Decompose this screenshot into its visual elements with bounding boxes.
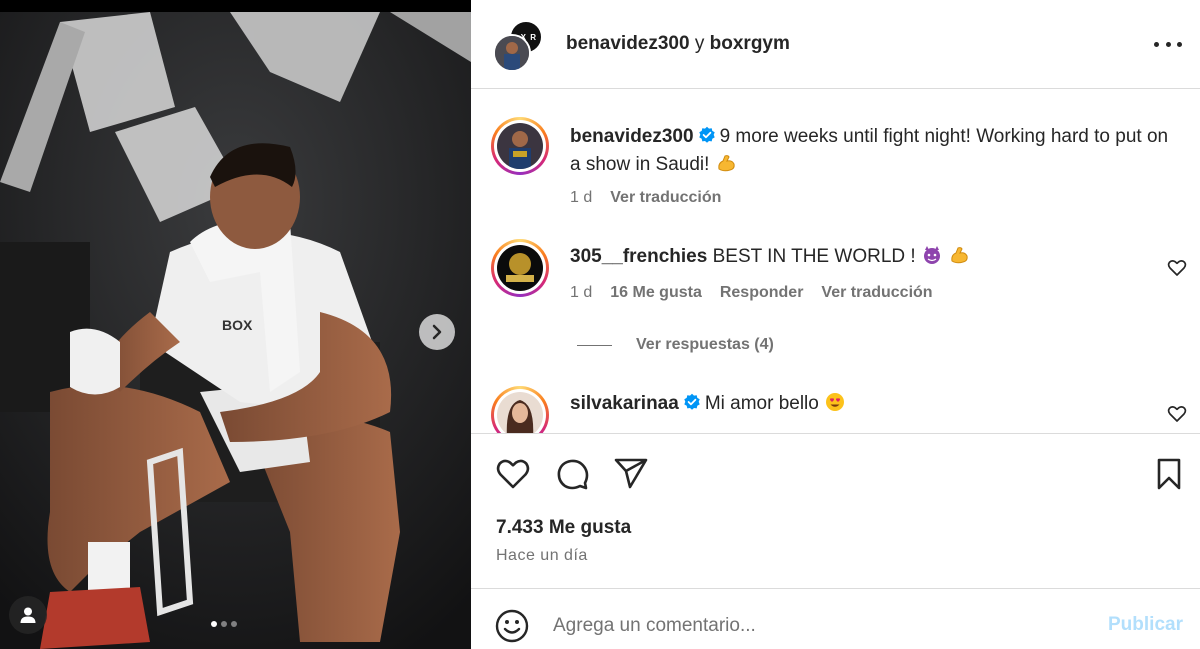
commenter-username-link[interactable]: 305__frenchies [570, 246, 707, 267]
photo-illustration: BOX [0, 12, 471, 649]
more-dot [1177, 41, 1182, 47]
verified-badge-icon [698, 126, 715, 143]
caption-avatar-image [497, 123, 543, 169]
verified-badge-icon [684, 393, 700, 410]
share-send-icon[interactable] [613, 456, 649, 492]
carousel-dot [221, 621, 227, 627]
coauthor-username-link[interactable]: boxrgym [710, 33, 790, 54]
comment-meta: 1 d 16 Me gusta Responder Ver traducción [570, 284, 933, 302]
comment-item: silvakarinaa Mi amor bello [491, 386, 1187, 433]
comment-like-heart-icon[interactable] [1167, 404, 1187, 424]
replies-divider-line [577, 344, 612, 346]
post-actions: 7.433 Me gusta Hace un día [471, 433, 1200, 588]
authors-joiner: y [689, 33, 710, 54]
caption-row: benavidez300 9 more weeks until fight nig… [491, 117, 1181, 217]
chevron-right-icon [432, 324, 442, 340]
caption-meta: 1 d Ver traducción [570, 189, 721, 207]
carousel-next-button[interactable] [419, 314, 455, 350]
comment-text: silvakarinaa Mi amor bello [570, 390, 846, 418]
commenter-avatar-image [497, 392, 543, 433]
carousel-indicator [211, 621, 237, 627]
author-avatar[interactable] [493, 34, 531, 72]
post-photo: BOX [0, 12, 471, 649]
view-replies-button[interactable]: Ver respuestas (4) [577, 336, 774, 354]
post-header: X R benavidez300 y boxrgym [471, 0, 1200, 89]
comment-text: 305__frenchies BEST IN THE WORLD ! [570, 243, 970, 271]
caption-username-link[interactable]: benavidez300 [570, 126, 694, 147]
view-replies-label: Ver respuestas (4) [636, 336, 774, 353]
post-details-panel: X R benavidez300 y boxrgym benavidez300 … [471, 0, 1200, 649]
user-icon [20, 607, 36, 623]
post-authors: benavidez300 y boxrgym [566, 33, 790, 55]
caption-avatar[interactable] [491, 117, 549, 175]
tagged-users-button[interactable] [9, 596, 47, 634]
comment-time: 1 d [570, 284, 593, 301]
publish-button[interactable]: Publicar [1108, 614, 1183, 636]
collab-avatars[interactable]: X R [493, 20, 545, 72]
comment-bubble-icon[interactable] [554, 456, 590, 492]
author-username-link[interactable]: benavidez300 [566, 33, 690, 54]
commenter-avatar[interactable] [491, 386, 549, 433]
comment-body: BEST IN THE WORLD ! [712, 246, 916, 267]
caption-translate-link[interactable]: Ver traducción [610, 189, 721, 207]
caption-text: benavidez300 9 more weeks until fight nig… [570, 123, 1175, 179]
commenter-username-link[interactable]: silvakarinaa [570, 393, 679, 414]
more-dot [1165, 41, 1171, 47]
emoji-picker-icon[interactable] [495, 609, 529, 643]
comment-body: Mi amor bello [704, 393, 819, 414]
comments-list[interactable]: benavidez300 9 more weeks until fight nig… [471, 89, 1200, 433]
more-dot [1154, 41, 1159, 47]
comment-reply-button[interactable]: Responder [720, 284, 804, 302]
commenter-avatar[interactable] [491, 239, 549, 297]
author-avatar-image [495, 36, 529, 70]
post-media[interactable]: BOX [0, 0, 471, 649]
like-heart-icon[interactable] [495, 456, 531, 492]
flexed-biceps-icon [951, 247, 968, 264]
likes-count[interactable]: 7.433 Me gusta [496, 517, 631, 539]
comment-like-heart-icon[interactable] [1167, 258, 1187, 278]
comment-likes-link[interactable]: 16 Me gusta [610, 284, 702, 302]
more-options-button[interactable] [1154, 36, 1182, 52]
caption-time: 1 d [570, 189, 593, 206]
carousel-dot [231, 621, 237, 627]
comment-input[interactable] [553, 607, 1093, 645]
carousel-dot [211, 621, 217, 627]
post-timestamp: Hace un día [496, 547, 588, 564]
save-bookmark-icon[interactable] [1151, 456, 1187, 492]
devil-face-icon [923, 246, 940, 264]
shirt-lettering: BOX [222, 317, 253, 333]
add-comment-bar: Publicar [471, 588, 1200, 649]
commenter-avatar-image [497, 245, 543, 291]
flexed-biceps-icon [718, 155, 735, 172]
comment-translate-link[interactable]: Ver traducción [821, 284, 932, 302]
heart-eyes-face-icon [826, 393, 845, 411]
